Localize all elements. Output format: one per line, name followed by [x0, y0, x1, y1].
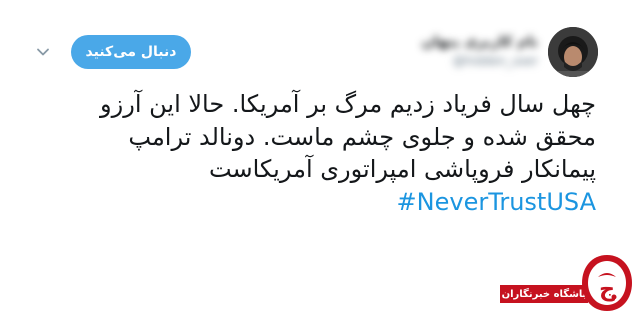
- watermark-logo-icon: ج: [582, 255, 632, 311]
- avatar[interactable]: [548, 27, 598, 77]
- watermark: باشگاه خبرنگاران ج: [500, 245, 634, 313]
- watermark-label: باشگاه خبرنگاران: [500, 285, 588, 303]
- hashtag-link[interactable]: #NeverTrustUSA: [397, 188, 596, 216]
- author-handle[interactable]: @hidden_user: [420, 54, 538, 68]
- tweet-text-line: چهل سال فریاد زدیم مرگ بر آمریکا. حالا ا…: [100, 90, 596, 118]
- tweet-text: چهل سال فریاد زدیم مرگ بر آمریکا. حالا ا…: [40, 88, 596, 218]
- tweet-text-line: محقق شده و جلوی چشم ماست. دونالد ترامپ: [128, 122, 596, 151]
- author-name[interactable]: نام کاربری پنهان: [390, 34, 538, 52]
- tweet-card: نام کاربری پنهان @hidden_user دنبال می‌ک…: [0, 0, 634, 313]
- chevron-down-icon[interactable]: [36, 44, 50, 58]
- following-button[interactable]: دنبال می‌کنید: [71, 35, 191, 69]
- avatar-image: [548, 27, 598, 77]
- tweet-text-line: پیمانکار فروپاشی امپراتوری آمریکاست: [208, 155, 596, 183]
